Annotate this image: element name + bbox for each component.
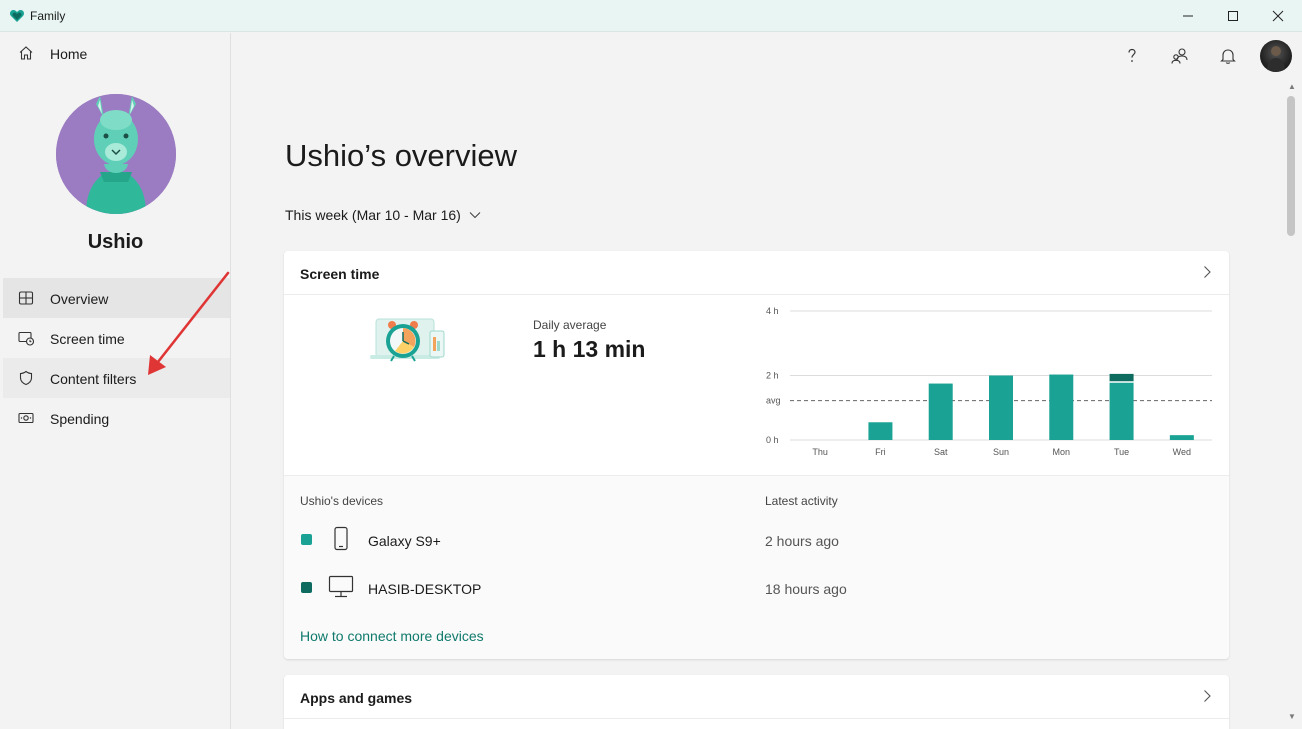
home-icon xyxy=(19,46,33,60)
week-selector[interactable]: This week (Mar 10 - Mar 16) xyxy=(285,207,481,223)
device-row[interactable]: Galaxy S9+ 2 hours ago xyxy=(284,520,1229,560)
screen-time-icon xyxy=(18,331,34,346)
device-latest-activity: 18 hours ago xyxy=(765,581,847,597)
devices-section: Ushio's devices Latest activity Galaxy S… xyxy=(284,475,1229,659)
chevron-right-icon xyxy=(1204,690,1211,702)
shield-icon xyxy=(19,370,33,386)
y-tick-label: 2 h xyxy=(766,371,779,381)
annotation-arrow xyxy=(148,271,230,375)
desktop-icon xyxy=(328,575,354,598)
minimize-button[interactable] xyxy=(1165,0,1211,32)
nav-content-filters-label: Content filters xyxy=(50,371,137,387)
device-name: Galaxy S9+ xyxy=(368,533,441,549)
nav-spending-label: Spending xyxy=(50,411,110,427)
x-tick-label: Tue xyxy=(1114,447,1129,457)
device-name: HASIB-DESKTOP xyxy=(368,581,482,597)
y-tick-label: avg xyxy=(766,396,781,406)
x-tick-label: Thu xyxy=(812,447,828,457)
screen-time-card: Screen time Daily average 1 h 13 min 4 h… xyxy=(284,251,1229,659)
x-tick-label: Sun xyxy=(993,447,1009,457)
nav-overview-label: Overview xyxy=(50,291,109,307)
device-row[interactable]: HASIB-DESKTOP 18 hours ago xyxy=(284,568,1229,608)
y-tick-label: 4 h xyxy=(766,306,779,316)
title-bar: Family xyxy=(0,0,1302,32)
screen-time-card-header[interactable]: Screen time xyxy=(284,251,1229,295)
x-tick-label: Mon xyxy=(1053,447,1071,457)
chart-bar xyxy=(989,375,1013,440)
chart-bar xyxy=(1169,435,1194,440)
x-tick-label: Sat xyxy=(934,447,948,457)
scroll-down-icon[interactable]: ▼ xyxy=(1288,712,1296,721)
scroll-up-icon[interactable]: ▲ xyxy=(1288,82,1296,91)
connect-more-devices-link[interactable]: How to connect more devices xyxy=(300,628,484,644)
family-settings-button[interactable] xyxy=(1168,44,1192,68)
chart-bar xyxy=(1109,381,1134,440)
device-color-swatch xyxy=(301,582,312,593)
apps-and-games-card: Apps and games xyxy=(284,675,1229,729)
screen-time-illustration xyxy=(370,318,445,362)
daily-average-label: Daily average xyxy=(533,318,607,332)
nav-spending[interactable]: Spending xyxy=(3,398,230,438)
money-icon xyxy=(18,412,34,424)
screen-time-chart: 4 h 2 h avg 0 h Thu Fri Sat Sun Mon Tue Wed xyxy=(766,306,1212,457)
help-button[interactable] xyxy=(1120,44,1144,68)
chart-bar xyxy=(1049,374,1074,440)
apps-and-games-card-header[interactable]: Apps and games xyxy=(284,675,1229,719)
device-color-swatch xyxy=(301,534,312,545)
latest-activity-header: Latest activity xyxy=(765,494,838,508)
nav-home[interactable]: Home xyxy=(0,37,230,69)
chart-bar xyxy=(928,383,953,440)
notifications-button[interactable] xyxy=(1216,44,1240,68)
scroll-thumb[interactable] xyxy=(1287,96,1295,236)
vertical-scrollbar[interactable]: ▲ ▼ xyxy=(1284,80,1300,726)
daily-average-value: 1 h 13 min xyxy=(533,336,646,362)
nav-screen-time-label: Screen time xyxy=(50,331,125,347)
screen-time-card-title: Screen time xyxy=(300,266,380,282)
profile-name: Ushio xyxy=(87,231,144,253)
x-tick-label: Fri xyxy=(875,447,886,457)
window-title: Family xyxy=(30,9,66,23)
y-tick-label: 0 h xyxy=(766,435,779,445)
family-settings-icon xyxy=(1171,48,1188,64)
x-tick-label: Wed xyxy=(1173,447,1191,457)
overview-icon xyxy=(18,291,34,305)
bell-icon xyxy=(1220,49,1236,64)
devices-header: Ushio's devices xyxy=(300,494,383,508)
help-icon xyxy=(1128,48,1136,62)
page-title: Ushio’s overview xyxy=(285,138,518,173)
phone-icon xyxy=(334,526,348,551)
apps-and-games-card-title: Apps and games xyxy=(300,690,413,706)
close-button[interactable] xyxy=(1255,0,1301,32)
nav-home-label: Home xyxy=(50,46,88,62)
chevron-right-icon xyxy=(1204,266,1211,278)
family-heart-icon xyxy=(9,10,25,22)
chart-bar xyxy=(868,422,893,440)
user-avatar[interactable] xyxy=(1260,40,1292,72)
chart-bar xyxy=(1109,373,1134,382)
chevron-down-icon xyxy=(469,212,481,219)
maximize-button[interactable] xyxy=(1210,0,1256,32)
profile-avatar xyxy=(56,94,176,214)
device-latest-activity: 2 hours ago xyxy=(765,533,839,549)
sidebar: Home Ushio Overview Screen time Content … xyxy=(0,33,231,729)
week-selector-label: This week (Mar 10 - Mar 16) xyxy=(285,207,461,223)
